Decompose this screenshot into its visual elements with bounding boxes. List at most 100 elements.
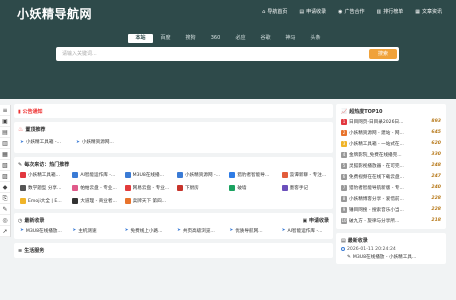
section-title: 📈 超热度TOP10: [341, 107, 441, 116]
send-icon: ➤: [176, 228, 181, 233]
rail-category-icon[interactable]: ▨: [0, 171, 10, 182]
rank-badge: 3: [341, 140, 347, 147]
site-link[interactable]: ➤ 免费线上小路...: [123, 225, 172, 236]
site-icon: [72, 197, 79, 204]
popular-section: ✎ 每次来访：热门推荐 小妖精工具箱... AI智能运作库 -... M3U8在线…: [14, 157, 333, 209]
rail-category-icon[interactable]: ⎘: [0, 193, 10, 204]
site-icon: [176, 184, 183, 191]
site-link[interactable]: ➤ AI智能运作库 -...: [280, 225, 329, 236]
site-link[interactable]: 下厨房: [175, 182, 224, 193]
timeline-dot-icon: [341, 247, 345, 251]
tab-shenma[interactable]: 神马: [278, 34, 303, 43]
nav-ads[interactable]: ◉ 广告合作: [338, 8, 365, 16]
rank-label: 小妖精博客分享 - 爱惜前...: [349, 196, 404, 202]
life-section: ≡ 生活服务: [14, 243, 333, 258]
item-label: 汲谭新聊 - 专注...: [289, 172, 327, 178]
tab-360[interactable]: 360: [203, 34, 228, 43]
site-link[interactable]: 小妖精资源网 -...: [175, 169, 224, 180]
nav-submit[interactable]: ▤ 申请收录: [299, 8, 326, 16]
site-link[interactable]: 猎豹者智能导...: [227, 169, 276, 180]
search-button[interactable]: 搜索: [369, 49, 397, 59]
list-icon: ▤: [341, 237, 346, 244]
tab-bing[interactable]: 必应: [228, 34, 253, 43]
ranking-item[interactable]: 10 破九方 - 旋律与分享所... 218: [341, 215, 441, 226]
ranking-item[interactable]: 6 免费视频在在线下载云盘... 247: [341, 171, 441, 182]
site-icon: [229, 184, 236, 191]
trend-icon: 📈: [341, 108, 348, 115]
item-label: 帕帕云盘 - 专业...: [80, 185, 117, 191]
section-title: ✎ 每次来访：热门推荐: [18, 160, 329, 169]
ranking-item[interactable]: 5 灵狐影视播放器 - 在可完... 248: [341, 160, 441, 171]
site-link[interactable]: 墨客手记: [280, 182, 329, 193]
send-icon: ➤: [76, 139, 80, 145]
rail-category-icon[interactable]: ▦: [0, 149, 10, 160]
pinned-item[interactable]: ➤ 小妖精资源网...: [74, 137, 126, 148]
wrench-icon: ✎: [18, 161, 23, 168]
site-logo[interactable]: 小妖精导航网: [17, 5, 92, 22]
rail-category-icon[interactable]: ▧: [0, 160, 10, 171]
ranking-item[interactable]: 8 小妖精博客分享 - 爱惜前... 228: [341, 193, 441, 204]
rank-label: 灵狐影视播放器 - 在可完...: [349, 163, 404, 169]
ranking-item[interactable]: 2 小妖精资源网 - 建站 - 网... 645: [341, 127, 441, 138]
rank-badge: 8: [341, 195, 347, 202]
item-label: 卖牌天下 第四...: [132, 198, 167, 204]
nav-ads-label: 广告合作: [344, 9, 365, 15]
ranking-item[interactable]: 7 猎豹者智能导航新版 - 专... 240: [341, 182, 441, 193]
site-link[interactable]: ➤ 优质导航网...: [227, 225, 276, 236]
site-link[interactable]: 汲谭新聊 - 专注...: [280, 169, 329, 180]
notice-label[interactable]: 公告通知: [23, 109, 43, 115]
rank-badge: 5: [341, 162, 347, 169]
section-title: ≡ 生活服务: [18, 246, 329, 255]
rank-label: 金牌影院_免费在线播完...: [349, 152, 402, 158]
item-label: 破墙: [237, 185, 247, 191]
item-label: AI智能运作库 -...: [287, 228, 323, 234]
ranking-item[interactable]: 4 金牌影院_免费在线播完... 330: [341, 149, 441, 160]
pinned-item[interactable]: ➤ 小妖精工具箱 -...: [18, 137, 70, 148]
nav-ranking[interactable]: ▥ 排行榜单: [377, 8, 404, 16]
site-icon: [20, 171, 26, 178]
life-title: 生活服务: [24, 248, 45, 254]
rail-menu-icon[interactable]: ≡: [0, 105, 10, 116]
tab-sogou[interactable]: 搜狗: [178, 34, 203, 43]
rail-category-icon[interactable]: ▣: [0, 116, 10, 127]
rail-category-icon[interactable]: ➚: [0, 226, 10, 237]
tab-site[interactable]: 本站: [128, 34, 153, 43]
site-link[interactable]: 大道理 - 商业者...: [70, 195, 119, 206]
site-link[interactable]: 小妖精工具箱...: [18, 169, 67, 180]
rail-category-icon[interactable]: ✎: [0, 204, 10, 215]
rank-label: 猎豹者智能导航新版 - 专...: [349, 185, 404, 191]
site-link[interactable]: 数学题型 分享...: [18, 182, 67, 193]
site-link[interactable]: 卖牌天下 第四...: [123, 195, 172, 206]
rail-category-icon[interactable]: ▥: [0, 138, 10, 149]
site-link[interactable]: 网易云盘 - 专业...: [123, 182, 172, 193]
item-label: 优质导航网...: [235, 228, 263, 234]
nav-articles[interactable]: ▦ 文章资讯: [415, 8, 442, 16]
rail-category-icon[interactable]: ◆: [0, 182, 10, 193]
site-link[interactable]: ➤ 主机测速: [70, 225, 119, 236]
recent-item[interactable]: ✎ M3U8在线播放 - 小妖精工具...: [341, 253, 441, 261]
tab-google[interactable]: 谷歌: [253, 34, 278, 43]
apply-submit-button[interactable]: ▣ 申请收录: [303, 217, 329, 224]
item-label: AI智能运作库 -...: [80, 172, 116, 178]
nav-home[interactable]: ⌂ 导航首页: [262, 8, 287, 16]
send-icon: ➤: [229, 228, 234, 233]
site-link[interactable]: AI智能运作库 -...: [70, 169, 119, 180]
send-icon: ➤: [124, 228, 129, 233]
item-label: 免费线上小路...: [130, 228, 163, 234]
search-input[interactable]: [56, 47, 336, 61]
site-link[interactable]: ➤ M3U8在线播放...: [18, 225, 67, 236]
site-link[interactable]: 破墙: [227, 182, 276, 193]
site-link[interactable]: ➤ 共页高级浏览...: [175, 225, 224, 236]
send-icon: ➤: [20, 139, 24, 145]
section-title: ▤ 最新收录: [341, 236, 441, 245]
tab-toutiao[interactable]: 头条: [303, 34, 328, 43]
rail-category-icon[interactable]: ▤: [0, 127, 10, 138]
site-link[interactable]: 帕帕云盘 - 专业...: [70, 182, 119, 193]
ranking-item[interactable]: 1 日目网页-日目录2026日... 893: [341, 116, 441, 127]
ranking-item[interactable]: 3 小妖精工具箱 - 一站式在... 620: [341, 138, 441, 149]
tab-baidu[interactable]: 百度: [153, 34, 178, 43]
site-link[interactable]: M3U8在线播...: [123, 169, 172, 180]
rail-category-icon[interactable]: ◎: [0, 215, 10, 226]
site-link[interactable]: Emoji大全 | E...: [18, 195, 67, 206]
ranking-item[interactable]: 9 锤目网搜 - 搜索音乐小当... 228: [341, 204, 441, 215]
